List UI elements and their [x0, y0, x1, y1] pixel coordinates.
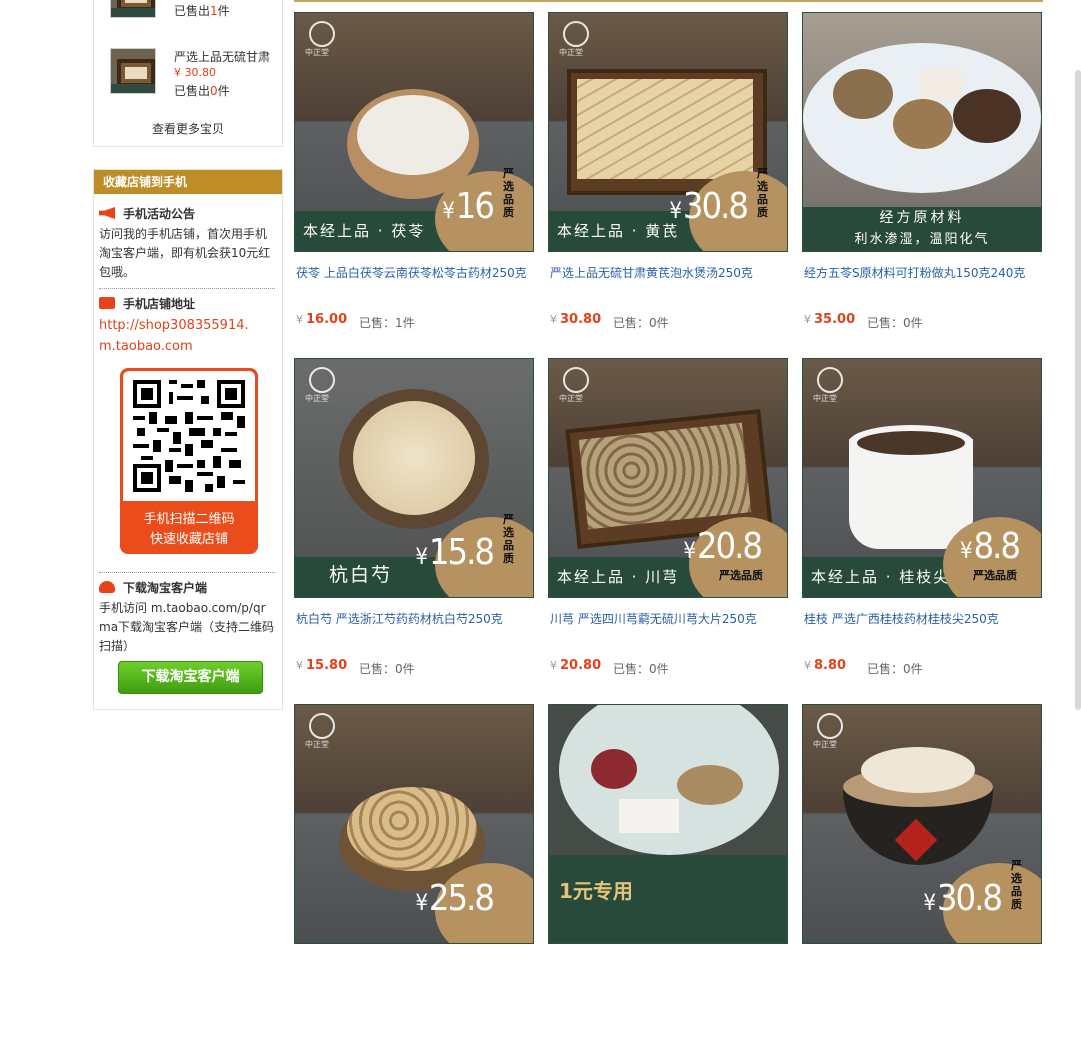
product-price: ¥20.80: [550, 658, 602, 673]
product-image[interactable]: 中正堂 ¥25.8: [294, 704, 534, 944]
brand-logo-icon: [563, 21, 589, 47]
shop-items-panel: 已售出1件 严选上品无硫甘肃 ¥ 30.80 已售出0件 查看更多宝贝: [93, 0, 283, 147]
product-price: ¥15.80: [296, 658, 348, 673]
product-card: 中正堂 ¥30.8 严选品质: [802, 704, 1042, 1044]
product-image[interactable]: 中正堂 ¥30.8 严选品质: [802, 704, 1042, 944]
address-title: 手机店铺地址: [99, 295, 195, 312]
product-title[interactable]: 杭白芍 严选浙江芍药药材杭白芍250克: [296, 610, 534, 627]
mini-item-price: ¥ 30.80: [174, 66, 216, 79]
product-image[interactable]: 经方原材料 利水渗湿，温阳化气: [802, 12, 1042, 252]
shop-icon: [99, 297, 115, 309]
product-card: 中正堂 ¥25.8: [294, 704, 534, 1044]
product-card: 中正堂 杭白芍 ¥15.8 严选品质 杭白芍 严选浙江芍药药材杭白芍250克 ¥…: [294, 358, 534, 698]
qr-caption-1: 手机扫描二维码: [143, 512, 235, 527]
product-sold: 已售：1件: [359, 316, 415, 330]
image-caption: 杭白芍: [329, 564, 393, 586]
product-title[interactable]: 川芎 严选四川芎藭无硫川芎大片250克: [550, 610, 788, 627]
mini-item-sold: 已售出0件: [174, 84, 230, 98]
image-caption: 1元专用: [559, 879, 633, 903]
mobile-shop-panel: 收藏店铺到手机 手机活动公告 访问我的手机店铺，首次用手机淘宝客户端，即有机会获…: [93, 169, 283, 710]
mobile-shop-header: 收藏店铺到手机: [94, 170, 282, 194]
download-title: 下载淘宝客户端: [99, 579, 207, 596]
divider: [99, 572, 275, 573]
download-client-button[interactable]: 下载淘宝客户端: [118, 661, 263, 694]
product-sold: 已售：0件: [613, 662, 669, 676]
product-title[interactable]: 严选上品无硫甘肃黄芪泡水煲汤250克: [550, 264, 788, 281]
brand-logo-icon: [309, 367, 335, 393]
product-price: ¥16.00: [296, 312, 348, 327]
product-title[interactable]: 经方五苓S原材料可打粉做丸150克240克: [804, 264, 1042, 281]
download-text: 手机访问 m.taobao.com/p/qrma下载淘宝客户端（支持二维码 扫描…: [99, 601, 275, 653]
brand-logo-icon: [817, 713, 843, 739]
product-card: 中正堂 本经上品 · 川芎 ¥20.8 严选品质 川芎 严选四川芎藭无硫川芎大片…: [548, 358, 788, 698]
product-sold: 已售：0件: [867, 662, 923, 676]
product-title[interactable]: 茯苓 上品白茯苓云南茯苓松苓古药材250克: [296, 264, 534, 281]
product-image[interactable]: 中正堂 本经上品 · 桂枝尖 ¥8.8 严选品质: [802, 358, 1042, 598]
product-price: ¥35.00: [804, 312, 856, 327]
product-card: 中正堂 本经上品 · 桂枝尖 ¥8.8 严选品质 桂枝 严选广西桂枝药材桂枝尖2…: [802, 358, 1042, 698]
brand-logo-icon: [309, 713, 335, 739]
qr-caption-2: 快速收藏店铺: [149, 532, 228, 547]
activity-text: 访问我的手机店铺，首次用手机淘宝客户端，即有机会获10元红包哦。: [99, 227, 271, 279]
product-image[interactable]: 中正堂 本经上品 · 黄芪 ¥30.8 严选品质: [548, 12, 788, 252]
product-card: 1元专用: [548, 704, 788, 1044]
shop-url-link[interactable]: http://shop308355914.m.taobao.com: [99, 315, 259, 357]
product-sold: 已售：0件: [613, 316, 669, 330]
product-image[interactable]: 中正堂 杭白芍 ¥15.8 严选品质: [294, 358, 534, 598]
product-sold: 已售：0件: [359, 662, 415, 676]
product-image[interactable]: 1元专用: [548, 704, 788, 944]
mini-item-title[interactable]: 严选上品无硫甘肃: [174, 48, 270, 65]
product-sold: 已售：0件: [867, 316, 923, 330]
product-card: 经方原材料 利水渗湿，温阳化气 经方五苓S原材料可打粉做丸150克240克 ¥3…: [802, 12, 1042, 352]
page-scrollbar[interactable]: [1075, 70, 1081, 710]
image-caption: 本经上品 · 茯苓: [303, 222, 426, 240]
image-subcaption: 利水渗湿，温阳化气: [854, 232, 990, 247]
brand-logo-icon: [817, 367, 843, 393]
product-price: ¥8.80: [804, 658, 847, 673]
image-caption: 本经上品 · 川芎: [557, 568, 680, 586]
product-card: 中正堂 本经上品 · 茯苓 ¥16 严选品质 茯苓 上品白茯苓云南茯苓松苓古药材…: [294, 12, 534, 352]
mini-item-thumbnail[interactable]: [110, 48, 156, 94]
activity-title: 手机活动公告: [99, 205, 195, 222]
brand-logo-icon: [563, 367, 589, 393]
product-image[interactable]: 中正堂 本经上品 · 茯苓 ¥16 严选品质: [294, 12, 534, 252]
product-card: 中正堂 本经上品 · 黄芪 ¥30.8 严选品质 严选上品无硫甘肃黄芪泡水煲汤2…: [548, 12, 788, 352]
image-caption: 本经上品 · 黄芪: [557, 222, 680, 240]
mini-item-thumbnail[interactable]: [110, 0, 156, 18]
more-items-link[interactable]: 查看更多宝贝: [94, 120, 282, 137]
mini-item-sold: 已售出1件: [174, 4, 230, 18]
section-divider: [294, 0, 1043, 2]
download-cloud-icon: [99, 581, 115, 593]
product-price: ¥30.80: [550, 312, 602, 327]
megaphone-icon: [99, 207, 115, 219]
product-image[interactable]: 中正堂 本经上品 · 川芎 ¥20.8 严选品质: [548, 358, 788, 598]
mini-item[interactable]: 严选上品无硫甘肃 ¥ 30.80 已售出0件: [110, 48, 280, 98]
divider: [99, 288, 275, 289]
mini-item[interactable]: 已售出1件: [110, 0, 280, 18]
brand-logo-icon: [309, 21, 335, 47]
image-caption: 本经上品 · 桂枝尖: [811, 568, 951, 586]
qr-code: [133, 380, 245, 492]
product-title[interactable]: 桂枝 严选广西桂枝药材桂枝尖250克: [804, 610, 1042, 627]
image-caption: 经方原材料: [879, 210, 965, 226]
qr-code-card: 手机扫描二维码 快速收藏店铺: [120, 368, 258, 554]
